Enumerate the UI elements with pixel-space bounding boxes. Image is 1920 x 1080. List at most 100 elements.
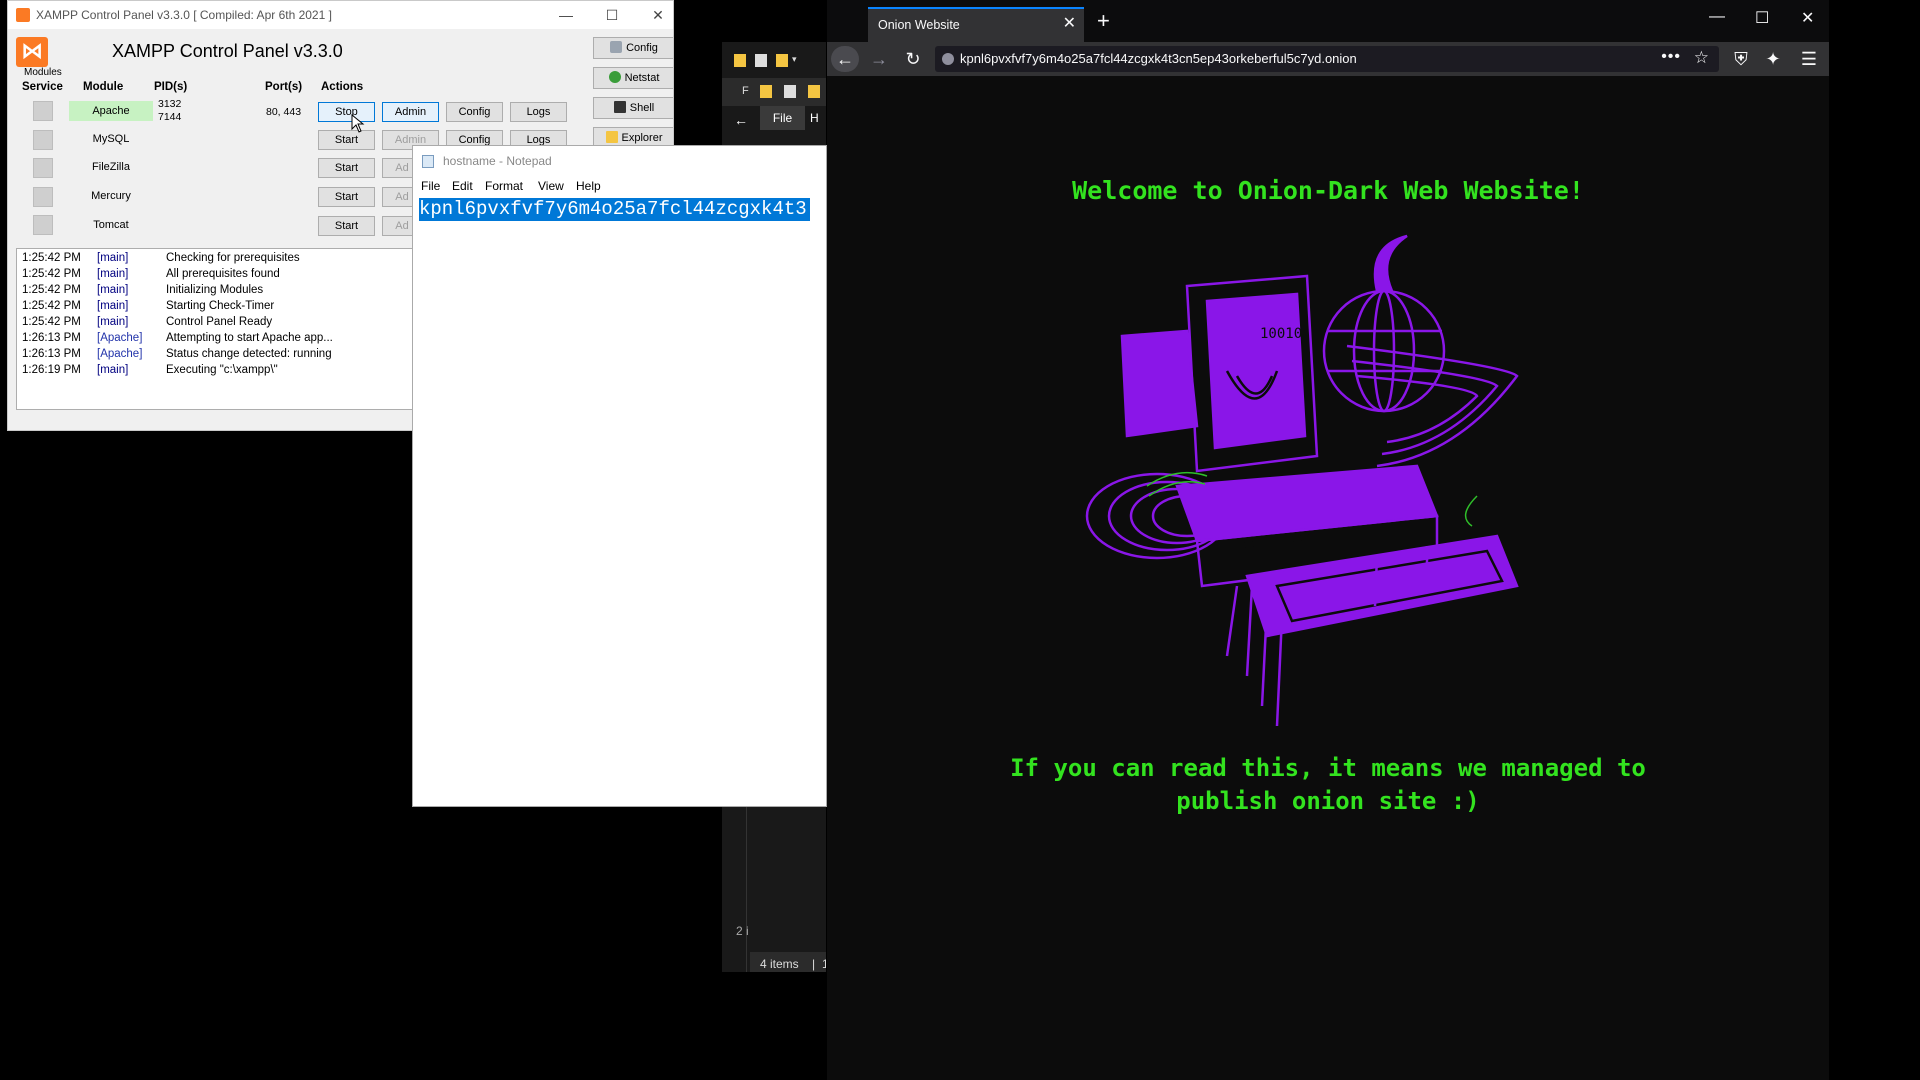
apache-stop-button[interactable]: Stop: [318, 102, 375, 122]
screen-binary-text: 10010: [1260, 326, 1302, 342]
maximize-icon[interactable]: ☐: [1755, 8, 1769, 28]
pid-apache-1: 3132: [158, 98, 182, 110]
explorer-tab-h[interactable]: H: [810, 106, 819, 130]
side-config-button[interactable]: Config: [593, 37, 673, 59]
side-shell-button[interactable]: Shell: [593, 97, 673, 119]
properties-icon: [755, 54, 767, 67]
menu-format[interactable]: Format: [485, 179, 523, 193]
reload-icon[interactable]: ↻: [899, 46, 927, 72]
service-checkbox-mysql[interactable]: [33, 130, 53, 150]
notepad-titlebar: hostname - Notepad: [413, 146, 826, 176]
notepad-selected-text[interactable]: kpnl6pvxfvf7y6m4o25a7fcl44zcgxk4t3: [419, 198, 810, 221]
header-ports: Port(s): [265, 81, 303, 93]
menu-help[interactable]: Help: [576, 179, 601, 193]
port-apache: 80, 443: [266, 106, 302, 118]
page-heading: Welcome to Onion-Dark Web Website!: [1072, 176, 1584, 205]
service-checkbox-filezilla[interactable]: [33, 158, 53, 178]
module-tomcat: Tomcat: [93, 219, 129, 231]
menu-edit[interactable]: Edit: [452, 179, 473, 193]
tomcat-start-button[interactable]: Start: [318, 216, 375, 236]
notepad-text-area[interactable]: [413, 196, 826, 806]
side-shell-label: Shell: [629, 102, 655, 114]
service-checkbox-tomcat[interactable]: [33, 215, 53, 235]
xampp-title: XAMPP Control Panel v3.3.0: [112, 41, 343, 61]
side-panel: [1120, 329, 1199, 438]
apache-config-button[interactable]: Config: [446, 102, 503, 122]
close-icon[interactable]: ✕: [1801, 8, 1814, 28]
service-checkbox-apache[interactable]: [33, 101, 53, 121]
module-mysql: MySQL: [92, 133, 130, 145]
back-arrow-icon[interactable]: ←: [734, 112, 748, 128]
notepad-icon: [422, 155, 434, 168]
header-service: Service: [22, 81, 63, 93]
menu-view[interactable]: View: [538, 179, 564, 193]
folder-icon: [734, 54, 746, 67]
header-module: Module: [83, 81, 124, 93]
forward-arrow-icon[interactable]: →: [865, 46, 893, 72]
maximize-icon[interactable]: ☐: [589, 1, 635, 29]
onion-top: [1373, 234, 1408, 292]
module-apache: Apache: [69, 101, 153, 121]
mysql-start-button[interactable]: Start: [318, 130, 375, 150]
tab-strip: Onion Website ✕ + — ☐ ✕: [827, 0, 1829, 42]
page-content: Welcome to Onion-Dark Web Website! 10010…: [827, 76, 1829, 1080]
status-separator: |: [812, 957, 816, 971]
side-netstat-button[interactable]: Netstat: [593, 67, 673, 89]
log-panel[interactable]: 1:25:42 PM [main] Checking for prerequisit…: [16, 248, 420, 410]
mouse-cursor-icon: [351, 114, 365, 133]
footer-line-1: If you can read this, it means we manage…: [1010, 754, 1646, 782]
folder-icon: [605, 131, 618, 143]
xampp-window-title: XAMPP Control Panel v3.3.0 [ Compiled: A…: [36, 8, 332, 22]
nav-toolbar: ← → ↻ kpnl6pvxfvf7y6m4o25a7fcl44zcgxk4t3…: [827, 42, 1829, 76]
page-footer-text: If you can read this, it means we manage…: [827, 752, 1829, 818]
pid-apache-2: 7144: [158, 111, 182, 123]
properties-icon: [784, 85, 796, 98]
explorer-statusbar: 4 items | 1: [750, 952, 826, 972]
hamburger-menu-icon[interactable]: ☰: [1795, 46, 1823, 72]
star-icon[interactable]: ☆: [1694, 48, 1709, 68]
explorer-tab-file[interactable]: File: [760, 106, 805, 130]
info-icon[interactable]: [942, 53, 954, 65]
back-arrow-icon[interactable]: ←: [831, 46, 859, 72]
side-netstat-label: Netstat: [624, 72, 660, 84]
modules-label: Modules: [24, 67, 62, 78]
more-icon[interactable]: •••: [1661, 48, 1681, 66]
side-explorer-label: Explorer: [621, 132, 663, 144]
tab-title: Onion Website: [878, 18, 960, 32]
close-tab-icon[interactable]: ✕: [1063, 13, 1076, 33]
url-text[interactable]: kpnl6pvxfvf7y6m4o25a7fcl44zcgxk4t3cn5ep4…: [960, 51, 1357, 66]
mercury-start-button[interactable]: Start: [318, 187, 375, 207]
monitor-screen: [1205, 292, 1307, 450]
xampp-logo-icon: ⋈: [16, 37, 48, 67]
folder-icon: [760, 85, 772, 98]
green-arc: [1464, 495, 1478, 527]
notepad-title: hostname - Notepad: [443, 154, 552, 168]
shield-icon[interactable]: ⛨: [1727, 46, 1755, 72]
service-checkbox-mercury[interactable]: [33, 187, 53, 207]
close-icon[interactable]: ✕: [635, 1, 673, 29]
url-bar[interactable]: kpnl6pvxfvf7y6m4o25a7fcl44zcgxk4t3cn5ep4…: [935, 46, 1719, 72]
new-folder-icon: [776, 54, 788, 67]
xampp-logo-icon: [16, 8, 30, 22]
minimize-icon[interactable]: —: [543, 1, 589, 29]
header-pids: PID(s): [154, 81, 188, 93]
xampp-titlebar: XAMPP Control Panel v3.3.0 [ Compiled: A…: [8, 1, 673, 29]
explorer-side-status: 2 i: [736, 924, 749, 938]
drive-slot: [1236, 533, 1318, 549]
notepad-window: hostname - Notepad File Edit Format View…: [412, 145, 827, 807]
sparkle-icon[interactable]: ✦: [1759, 46, 1787, 72]
tab-onion-website[interactable]: Onion Website ✕: [868, 7, 1084, 42]
wrench-icon: [610, 41, 623, 53]
apache-logs-button[interactable]: Logs: [510, 102, 567, 122]
explorer-f-partial: F: [742, 85, 749, 97]
terminal-icon: [613, 101, 626, 113]
plus-icon[interactable]: +: [1097, 8, 1110, 34]
header-actions: Actions: [321, 81, 364, 93]
browser-window: Onion Website ✕ + — ☐ ✕ ← → ↻ kpnl6pvxfv…: [827, 0, 1829, 1080]
footer-line-2: publish onion site :): [1176, 787, 1480, 815]
filezilla-start-button[interactable]: Start: [318, 158, 375, 178]
status-partial: 1: [822, 957, 826, 971]
minimize-icon[interactable]: —: [1709, 8, 1725, 26]
menu-file[interactable]: File: [421, 179, 440, 193]
apache-admin-button[interactable]: Admin: [382, 102, 439, 122]
